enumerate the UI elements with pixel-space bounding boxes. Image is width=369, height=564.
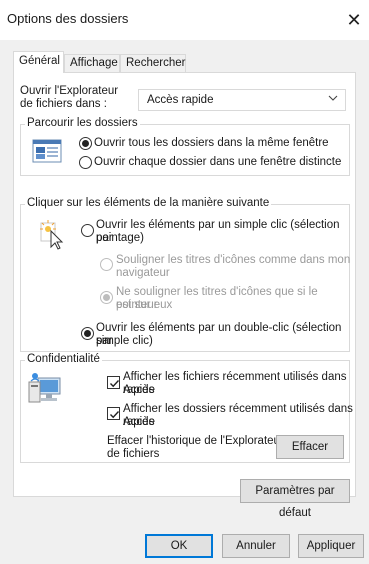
ok-button[interactable]: OK: [145, 534, 213, 558]
tab-search[interactable]: Rechercher: [120, 54, 186, 72]
radio-underline-always[interactable]: [100, 258, 113, 271]
recent-folders-label-line2: rapide: [123, 416, 155, 428]
close-icon: ✕: [346, 9, 362, 30]
tab-general-label: Général: [19, 55, 60, 67]
clear-history-label-line1: Effacer l'historique de l'Explorateur: [107, 435, 284, 447]
tab-view-label: Affichage: [70, 57, 118, 69]
radio-single-click[interactable]: [81, 224, 94, 237]
privacy-computer-icon: [28, 373, 64, 405]
title-bar: Options des dossiers ✕: [0, 0, 369, 40]
open-explorer-label-line2: de fichiers dans :: [20, 98, 107, 110]
tab-general[interactable]: Général: [13, 51, 64, 73]
radio-double-click[interactable]: [81, 327, 94, 340]
cancel-button[interactable]: Annuler: [222, 534, 290, 558]
checkbox-recent-folders[interactable]: [107, 407, 120, 420]
click-items-title: Cliquer sur les éléments de la manière s…: [25, 197, 272, 210]
recent-files-label-line1: Afficher les fichiers récemment utilisés…: [123, 371, 347, 396]
separate-window-label: Ouvrir chaque dossier dans une fenêtre d…: [94, 156, 342, 168]
double-click-label-line2: simple clic): [96, 335, 153, 347]
cursor-click-icon: [40, 220, 66, 250]
same-window-label: Ouvrir tous les dossiers dans la même fe…: [94, 137, 329, 149]
checkbox-recent-files[interactable]: [107, 376, 120, 389]
privacy-title: Confidentialité: [25, 353, 102, 366]
radio-same-window[interactable]: [79, 137, 92, 150]
chevron-down-icon: [328, 95, 338, 101]
clear-history-button[interactable]: Effacer: [276, 435, 344, 459]
underline-hover-label-line2: est sur eux: [116, 299, 173, 311]
underline-always-label-line2: navigateur: [116, 267, 170, 279]
folder-window-icon: [32, 138, 62, 164]
open-explorer-label-line1: Ouvrir l'Explorateur: [20, 85, 119, 97]
apply-button[interactable]: Appliquer: [298, 534, 364, 558]
restore-defaults-button[interactable]: Paramètres par défaut: [240, 479, 350, 519]
tab-view[interactable]: Affichage: [64, 54, 120, 72]
radio-separate-window[interactable]: [79, 156, 92, 169]
underline-always-label-line1: Souligner les titres d'icônes comme dans…: [116, 254, 351, 266]
window-title: Options des dossiers: [7, 11, 129, 26]
single-click-label-line2: pointage): [96, 232, 144, 244]
open-explorer-selected: Accès rapide: [147, 94, 214, 106]
recent-files-label-line2: rapide: [123, 384, 155, 396]
general-tab-panel: Ouvrir l'Explorateur de fichiers dans : …: [13, 72, 356, 519]
browse-folders-title: Parcourir les dossiers: [25, 117, 140, 130]
close-button[interactable]: ✕: [339, 0, 369, 40]
tab-search-label: Rechercher: [126, 57, 186, 69]
open-explorer-select[interactable]: Accès rapide: [138, 89, 346, 111]
recent-folders-label-line1: Afficher les dossiers récemment utilisés…: [123, 403, 353, 428]
radio-underline-hover[interactable]: [100, 291, 113, 304]
clear-history-label-line2: de fichiers: [107, 448, 160, 460]
